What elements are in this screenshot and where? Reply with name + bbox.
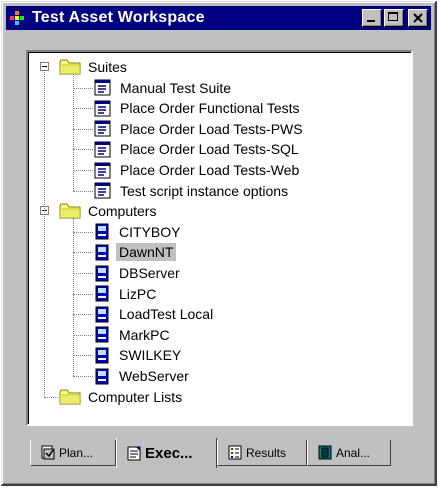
computer-icon [94, 244, 110, 261]
computer-item-loadtest-local[interactable]: LoadTest Local [94, 304, 216, 324]
computer-icon [94, 368, 110, 385]
tree-item-label: LizPC [119, 285, 157, 302]
tree-connector [73, 314, 93, 316]
test-script-icon [94, 120, 111, 137]
tree-connector [73, 190, 93, 193]
tab-execution-label: Exec... [145, 444, 193, 462]
tree-connector [73, 334, 93, 337]
tree-item-label: DBServer [119, 265, 180, 281]
maximize-icon [388, 12, 398, 21]
computer-item-swilkey[interactable]: SWILKEY [94, 345, 184, 365]
computer-item-dawnnt[interactable]: DawnNT [94, 242, 177, 262]
tree-connector [73, 355, 93, 357]
tree-connector [73, 87, 93, 90]
test-script-icon [94, 100, 111, 117]
tab-planning-label: Plan... [59, 445, 94, 460]
suite-item-place-order-load-tests-pws[interactable]: Place Order Load Tests-PWS [94, 119, 306, 139]
computer-icon [94, 223, 110, 240]
computer-item-dbserver[interactable]: DBServer [94, 263, 183, 283]
results-icon [228, 445, 242, 460]
computer-item-lizpc[interactable]: LizPC [94, 284, 159, 304]
tree-connector [73, 108, 93, 110]
tree-connector [73, 293, 93, 296]
tab-analysis[interactable]: Anal... [307, 440, 391, 466]
close-button[interactable] [408, 9, 428, 27]
execution-icon [127, 446, 141, 460]
computer-icon [94, 306, 110, 323]
tree-item-label: MarkPC [119, 326, 170, 343]
tree-connector [73, 218, 75, 376]
tree-connector [73, 74, 75, 191]
title-bar[interactable]: Test Asset Workspace [6, 6, 431, 30]
computer-icon [94, 326, 110, 343]
asset-tree-view[interactable]: Suites Manual Test Suite Place Order Funct… [26, 50, 413, 426]
tree-folder-label: Computer Lists [88, 388, 183, 405]
tree-connector [73, 252, 93, 254]
collapse-toggle-suites[interactable] [40, 62, 49, 71]
tree-connector [73, 149, 93, 151]
tree-folder-computer-lists[interactable]: Computer Lists [59, 387, 185, 407]
test-asset-workspace-window: Test Asset Workspace Suites Manual Test S… [1, 1, 437, 486]
suite-item-place-order-load-tests-sql[interactable]: Place Order Load Tests-SQL [94, 139, 302, 159]
tab-results-label: Results [246, 445, 287, 460]
suite-item-test-script-instance-options[interactable]: Test script instance options [94, 181, 291, 201]
maximize-button[interactable] [384, 9, 404, 27]
minimize-button[interactable] [362, 9, 382, 27]
tree-folder-label: Suites [88, 59, 127, 75]
tree-item-label: Test script instance options [120, 182, 289, 199]
tab-planning[interactable]: Plan... [30, 440, 116, 466]
planning-icon [41, 445, 55, 460]
tree-connector [44, 72, 46, 397]
test-script-icon [94, 79, 111, 96]
tree-connector [44, 396, 58, 399]
computer-icon [94, 265, 110, 282]
tree-item-label: CITYBOY [119, 223, 181, 240]
computer-item-markpc[interactable]: MarkPC [94, 325, 173, 345]
tree-connector [73, 273, 93, 275]
tab-results[interactable]: Results [217, 440, 307, 466]
tab-analysis-label: Anal... [336, 445, 371, 460]
test-script-icon [94, 162, 111, 179]
folder-icon [59, 203, 81, 219]
tree-folder-suites[interactable]: Suites [59, 57, 130, 77]
tree-connector [73, 231, 93, 234]
folder-icon [59, 59, 81, 75]
tree-item-label: SWILKEY [119, 347, 182, 364]
tree-folder-label: Computers [88, 203, 157, 220]
computer-item-webserver[interactable]: WebServer [94, 366, 192, 386]
tree-item-label: Manual Test Suite [120, 79, 232, 96]
close-icon [413, 13, 423, 23]
tree-connector [73, 376, 93, 378]
workspace-tab-strip: Plan... Exec... Results Anal... [30, 438, 410, 468]
minimize-icon [367, 20, 375, 22]
tree-item-label: Place Order Load Tests-PWS [120, 120, 303, 137]
window-title: Test Asset Workspace [32, 9, 205, 26]
tree-item-label: Place Order Load Tests-Web [120, 162, 300, 178]
tree-connector [73, 128, 93, 131]
computer-icon [94, 285, 110, 302]
folder-icon [59, 389, 81, 405]
app-icon [10, 11, 26, 25]
tree-connector [73, 170, 93, 172]
tab-execution[interactable]: Exec... [116, 438, 217, 468]
tree-item-label: LoadTest Local [119, 306, 214, 323]
computer-icon [94, 347, 110, 364]
tree-item-label: Place Order Load Tests-SQL [120, 141, 299, 158]
analysis-icon [318, 445, 332, 460]
suite-item-manual-test-suite[interactable]: Manual Test Suite [94, 78, 234, 98]
computer-item-cityboy[interactable]: CITYBOY [94, 222, 183, 242]
test-script-icon [94, 141, 111, 158]
tree-item-label: WebServer [119, 368, 189, 384]
test-script-icon [94, 182, 111, 199]
suite-item-place-order-load-tests-web[interactable]: Place Order Load Tests-Web [94, 160, 302, 180]
tree-item-label: Place Order Functional Tests [120, 100, 300, 117]
tree-item-label: DawnNT [116, 243, 177, 262]
suite-item-place-order-functional-tests[interactable]: Place Order Functional Tests [94, 98, 303, 118]
